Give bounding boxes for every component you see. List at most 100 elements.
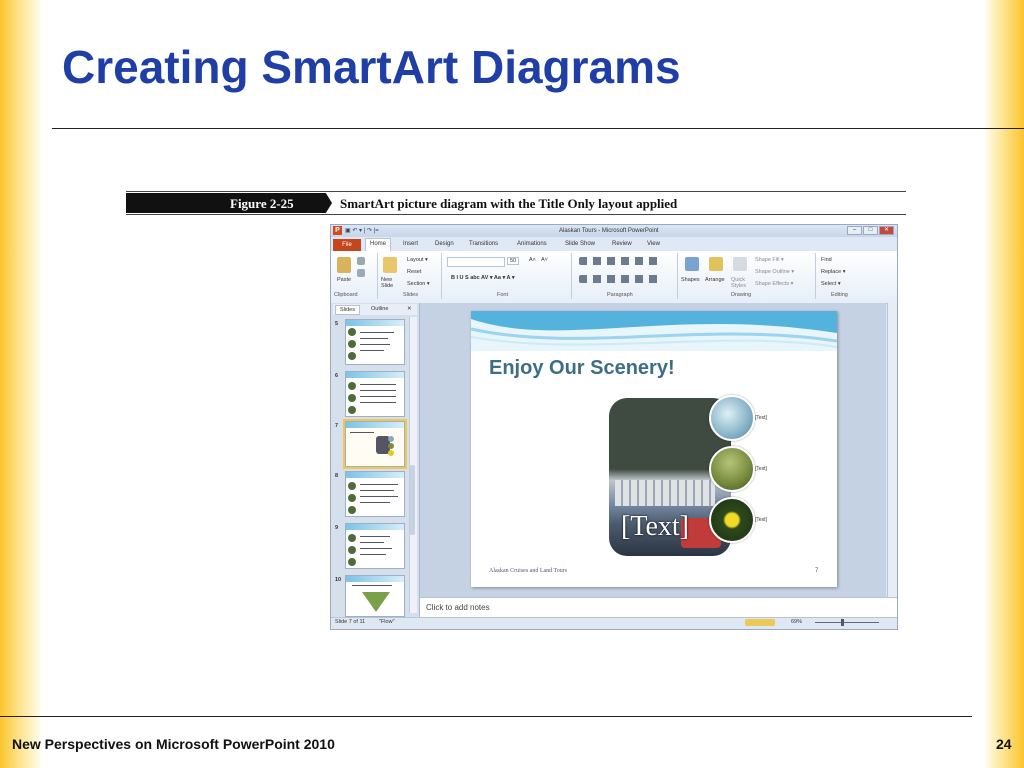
shape-outline-button[interactable]: Shape Outline ▾ <box>755 269 794 275</box>
ribbon-separator <box>377 253 378 299</box>
ribbon-separator <box>677 253 678 299</box>
find-button[interactable]: Find <box>821 257 832 263</box>
tab-insert[interactable]: Insert <box>403 241 418 247</box>
thumb-number: 10 <box>335 577 342 583</box>
alignment-icon[interactable] <box>579 275 659 283</box>
arrange-icon[interactable] <box>709 257 723 271</box>
editor-scrollbar[interactable] <box>887 303 897 597</box>
view-buttons-icon[interactable] <box>745 619 775 626</box>
font-size-select[interactable]: 50 <box>507 257 520 265</box>
font-name-select[interactable] <box>447 257 505 267</box>
notes-pane[interactable]: Click to add notes <box>420 597 897 618</box>
theme-status: "Flow" <box>379 619 395 625</box>
tab-view[interactable]: View <box>647 241 660 247</box>
status-bar <box>331 617 897 629</box>
current-slide-title[interactable]: Enjoy Our Scenery! <box>489 357 675 380</box>
ribbon-separator <box>571 253 572 299</box>
editing-group-label: Editing <box>831 292 848 298</box>
paste-icon[interactable] <box>337 257 351 273</box>
smartart-main-text[interactable]: [Text] <box>621 511 689 543</box>
thumb-number: 5 <box>335 321 339 327</box>
shrink-font-button[interactable]: A˅ <box>541 257 548 263</box>
tab-file[interactable]: File <box>333 239 361 251</box>
figure-rule-top <box>126 191 906 192</box>
zoom-level[interactable]: 69% <box>791 619 802 625</box>
slide-thumbnail[interactable] <box>345 371 405 417</box>
copy-icon[interactable] <box>357 269 365 277</box>
tab-transitions[interactable]: Transitions <box>469 241 498 247</box>
cut-icon[interactable] <box>357 257 365 265</box>
figure-label-box: Figure 2-25 <box>126 193 332 213</box>
thumb-number: 9 <box>335 525 339 531</box>
font-format-buttons[interactable]: B I U S abc AV ▾ Aa ▾ A ▾ <box>451 275 515 281</box>
current-slide-footer: Alaskan Cruises and Land Tours <box>489 568 568 574</box>
current-slide-number: 7 <box>815 568 819 574</box>
thumb-number: 8 <box>335 473 339 479</box>
arrange-button[interactable]: Arrange <box>705 277 725 283</box>
ribbon-separator <box>441 253 442 299</box>
smartart-circle-text[interactable]: [Text] <box>755 415 767 421</box>
slide-header-wave <box>471 311 837 351</box>
grow-font-button[interactable]: A˄ <box>529 257 536 263</box>
tab-outline[interactable]: Outline <box>367 305 392 313</box>
quick-access-toolbar[interactable]: ▣ ↶ ▾ | ↷ |= <box>345 227 379 234</box>
notes-placeholder: Click to add notes <box>426 603 490 612</box>
slide-thumbnail[interactable] <box>345 471 405 517</box>
tab-home[interactable]: Home <box>365 238 392 251</box>
ribbon-separator <box>815 253 816 299</box>
tab-slides[interactable]: Slides <box>335 305 360 315</box>
shapes-button[interactable]: Shapes <box>681 277 700 283</box>
zoom-slider-knob[interactable] <box>841 619 844 626</box>
quick-styles-icon[interactable] <box>733 257 747 271</box>
tab-review[interactable]: Review <box>612 241 632 247</box>
footer-divider <box>0 716 972 717</box>
shape-effects-button[interactable]: Shape Effects ▾ <box>755 281 793 287</box>
reset-button[interactable]: Reset <box>407 269 421 275</box>
window-title: Alaskan Tours - Microsoft PowerPoint <box>559 228 659 234</box>
figure-label: Figure 2-25 <box>230 196 294 211</box>
smartart-circle-flower[interactable] <box>709 497 755 543</box>
cruise-ship-image <box>615 480 715 506</box>
smartart-circle-text[interactable]: [Text] <box>755 466 767 472</box>
minimize-button[interactable]: – <box>847 226 862 235</box>
paste-button[interactable]: Paste <box>337 277 351 283</box>
new-slide-button[interactable]: New Slide <box>381 277 401 289</box>
font-group-label: Font <box>497 292 509 298</box>
slide-thumbnail[interactable] <box>345 319 405 365</box>
slide-thumbnail[interactable] <box>345 523 405 569</box>
tab-slide-show[interactable]: Slide Show <box>565 241 595 247</box>
drawing-group-label: Drawing <box>731 292 752 298</box>
thumb-number: 7 <box>335 423 339 429</box>
quick-styles-button[interactable]: Quick Styles <box>731 277 753 289</box>
paragraph-group-label: Paragraph <box>607 292 633 298</box>
current-slide[interactable]: Enjoy Our Scenery! [Text] [Text] [Text] … <box>471 311 837 587</box>
layout-button[interactable]: Layout ▾ <box>407 257 428 263</box>
shape-fill-button[interactable]: Shape Fill ▾ <box>755 257 784 263</box>
figure-caption: SmartArt picture diagram with the Title … <box>340 196 678 211</box>
close-pane-icon[interactable]: ✕ <box>403 305 416 313</box>
tab-animations[interactable]: Animations <box>517 241 547 247</box>
replace-button[interactable]: Replace ▾ <box>821 269 845 275</box>
tab-design[interactable]: Design <box>435 241 454 247</box>
new-slide-icon[interactable] <box>383 257 397 273</box>
smartart-circle-text[interactable]: [Text] <box>755 517 767 523</box>
thumb-number: 6 <box>335 373 339 379</box>
pane-scrollbar-thumb[interactable] <box>410 465 415 535</box>
maximize-button[interactable]: □ <box>863 226 878 235</box>
slide-thumbnail[interactable] <box>345 575 405 617</box>
shapes-icon[interactable] <box>685 257 699 271</box>
slide-thumbnail-selected[interactable] <box>343 419 407 469</box>
left-decorative-bar <box>0 0 40 768</box>
select-button[interactable]: Select ▾ <box>821 281 841 287</box>
bullets-numbering-icon[interactable] <box>579 257 659 265</box>
smartart-circle-caribou[interactable] <box>709 446 755 492</box>
slide-count-status: Slide 7 of 11 <box>335 619 366 625</box>
smartart-circle-glacier[interactable] <box>709 395 755 441</box>
title-divider <box>52 128 1024 129</box>
section-button[interactable]: Section ▾ <box>407 281 430 287</box>
zoom-slider[interactable] <box>815 622 879 623</box>
powerpoint-window: P ▣ ↶ ▾ | ↷ |= Alaskan Tours - Microsoft… <box>330 224 898 630</box>
slides-group-label: Slides <box>403 292 418 298</box>
powerpoint-app-icon[interactable]: P <box>333 226 342 235</box>
close-button[interactable]: ✕ <box>879 226 894 235</box>
